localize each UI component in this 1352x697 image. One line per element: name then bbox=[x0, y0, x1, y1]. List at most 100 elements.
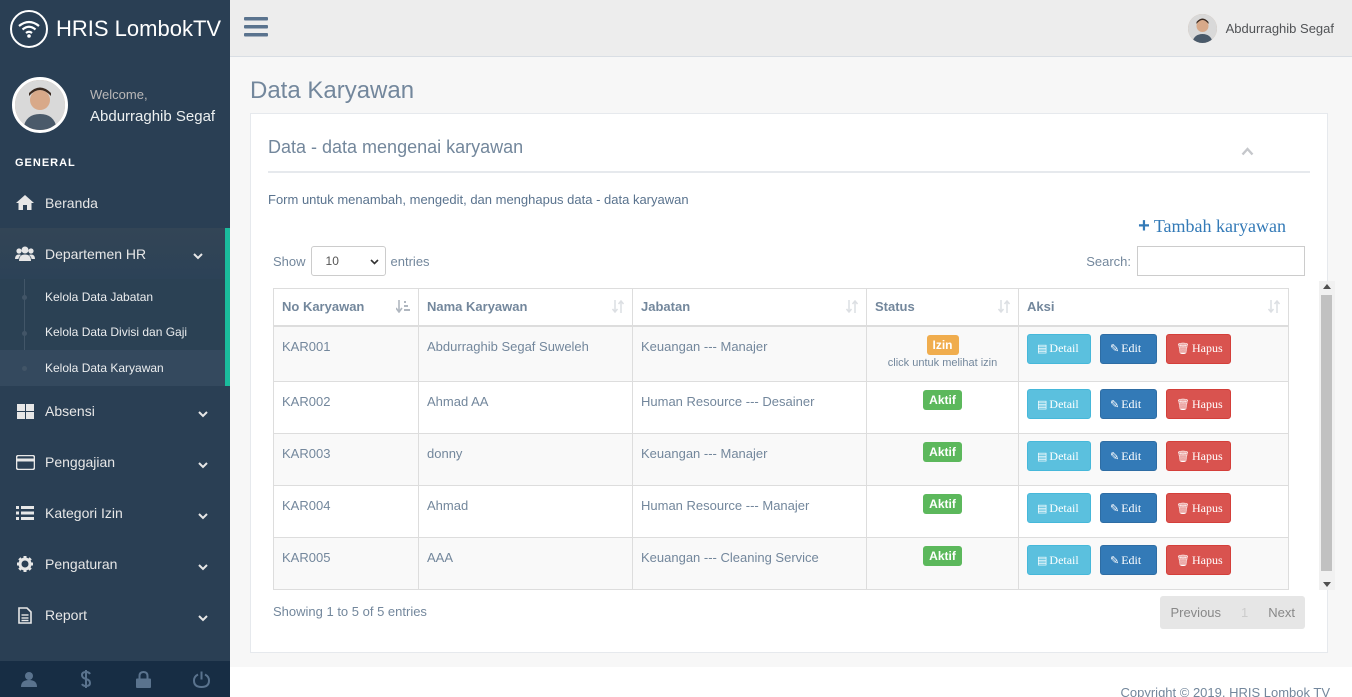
profile-name: Abdurraghib Segaf bbox=[90, 108, 216, 125]
search-input[interactable] bbox=[1137, 246, 1305, 276]
column-label: Nama Karyawan bbox=[427, 299, 528, 315]
column-label: Status bbox=[875, 299, 915, 315]
sidebar-item-absensi[interactable]: Absensi bbox=[0, 386, 230, 437]
previous-button[interactable]: Previous bbox=[1160, 605, 1231, 620]
page-length-select[interactable]: 10 bbox=[310, 246, 386, 276]
sidebar-item-beranda[interactable]: Beranda bbox=[0, 177, 230, 228]
file-icon: ▤ bbox=[1037, 398, 1048, 411]
panel-title: Data - data mengenai karyawan bbox=[268, 137, 524, 157]
button-label: Edit bbox=[1121, 396, 1142, 411]
cell-nama: Ahmad bbox=[418, 485, 633, 538]
sidebar-item-penggajian[interactable]: Penggajian bbox=[0, 437, 230, 488]
users-icon bbox=[15, 246, 35, 261]
edit-button[interactable]: ✎ Edit bbox=[1100, 493, 1157, 523]
status-badge[interactable]: Izin bbox=[926, 334, 959, 355]
chevron-down-icon bbox=[198, 456, 208, 472]
add-employee-label: Tambah karyawan bbox=[1153, 216, 1286, 236]
cell-nama: Ahmad AA bbox=[418, 381, 633, 434]
cell-actions: ▤ Detail ✎ Edit 🗑 Hapus bbox=[1018, 537, 1289, 590]
scroll-thumb[interactable] bbox=[1321, 295, 1332, 571]
cell-status: Aktif bbox=[866, 381, 1019, 434]
edit-button[interactable]: ✎ Edit bbox=[1100, 441, 1157, 471]
chevron-down-icon bbox=[198, 558, 208, 574]
user-icon[interactable] bbox=[0, 661, 58, 697]
delete-button[interactable]: 🗑 Hapus bbox=[1166, 333, 1231, 364]
delete-button[interactable]: 🗑 Hapus bbox=[1166, 389, 1231, 419]
scroll-down-icon[interactable] bbox=[1323, 582, 1331, 587]
file-icon: ▤ bbox=[1037, 502, 1048, 515]
column-header-no[interactable]: No Karyawan bbox=[273, 288, 419, 327]
button-label: Detail bbox=[1049, 341, 1079, 355]
user-menu[interactable]: Abdurraghib Segaf bbox=[1187, 14, 1334, 43]
sidebar-item-departemen-hr[interactable]: Departemen HR bbox=[0, 228, 230, 279]
dollar-icon[interactable] bbox=[58, 661, 116, 697]
next-button[interactable]: Next bbox=[1258, 605, 1305, 620]
chevron-down-icon bbox=[369, 254, 379, 268]
detail-button[interactable]: ▤ Detail bbox=[1027, 545, 1091, 575]
cell-no: KAR005 bbox=[273, 537, 419, 590]
edit-icon: ✎ bbox=[1110, 343, 1120, 355]
menu-toggle-icon[interactable] bbox=[244, 17, 268, 40]
button-label: Edit bbox=[1121, 341, 1142, 355]
submenu-item-karyawan[interactable]: Kelola Data Karyawan bbox=[0, 350, 225, 386]
button-label: Hapus bbox=[1191, 448, 1223, 463]
table-search: Search: bbox=[1086, 246, 1305, 276]
edit-icon: ✎ bbox=[1110, 398, 1120, 411]
lock-icon[interactable] bbox=[115, 661, 173, 697]
column-header-jabatan[interactable]: Jabatan bbox=[632, 288, 867, 327]
detail-button[interactable]: ▤ Detail bbox=[1027, 389, 1091, 419]
sidebar-item-pengaturan[interactable]: Pengaturan bbox=[0, 539, 230, 590]
cell-jabatan: Keuangan --- Manajer bbox=[632, 325, 867, 382]
sidebar-item-label: Pengaturan bbox=[45, 556, 118, 572]
sidebar-item-report[interactable]: Report bbox=[0, 590, 230, 641]
file-icon: ▤ bbox=[1037, 450, 1048, 463]
edit-icon: ✎ bbox=[1110, 554, 1120, 567]
power-icon[interactable] bbox=[173, 661, 231, 697]
scroll-up-icon[interactable] bbox=[1323, 284, 1331, 289]
add-employee-link[interactable]: + Tambah karyawan bbox=[1138, 215, 1286, 238]
main-content: Data Karyawan Data - data mengenai karya… bbox=[230, 58, 1352, 697]
table-row: KAR003 donny Keuangan --- Manajer Aktif … bbox=[273, 433, 1289, 486]
cell-actions: ▤ Detail ✎ Edit 🗑 Hapus bbox=[1018, 433, 1289, 486]
entries-label: entries bbox=[390, 253, 430, 269]
status-badge: Aktif bbox=[923, 494, 962, 514]
sort-asc-icon bbox=[395, 300, 410, 316]
submenu-item-jabatan[interactable]: Kelola Data Jabatan bbox=[0, 279, 225, 315]
delete-button[interactable]: 🗑 Hapus bbox=[1166, 441, 1231, 471]
column-label: Aksi bbox=[1027, 299, 1055, 315]
detail-button[interactable]: ▤ Detail bbox=[1027, 493, 1091, 523]
submenu-item-divisi-gaji[interactable]: Kelola Data Divisi dan Gaji bbox=[0, 315, 225, 351]
page-number[interactable]: 1 bbox=[1231, 605, 1258, 620]
avatar bbox=[1187, 14, 1217, 43]
brand[interactable]: HRIS LombokTV bbox=[0, 0, 230, 57]
sort-icon bbox=[845, 299, 859, 316]
sidebar-item-kategori-izin[interactable]: Kategori Izin bbox=[0, 488, 230, 539]
edit-icon: ✎ bbox=[1110, 450, 1120, 463]
edit-button[interactable]: ✎ Edit bbox=[1100, 389, 1157, 419]
table-scrollbar[interactable] bbox=[1319, 281, 1335, 590]
sidebar-item-label: Report bbox=[45, 607, 88, 623]
table-row: KAR001 Abdurraghib Segaf Suweleh Keuanga… bbox=[273, 325, 1289, 382]
cell-actions: ▤ Detail ✎ Edit 🗑 Hapus bbox=[1018, 485, 1289, 538]
sidebar-item-label: Departemen HR bbox=[45, 245, 147, 262]
delete-button[interactable]: 🗑 Hapus bbox=[1166, 493, 1231, 523]
button-label: Edit bbox=[1121, 500, 1142, 515]
column-header-aksi[interactable]: Aksi bbox=[1018, 288, 1289, 327]
edit-button[interactable]: ✎ Edit bbox=[1100, 333, 1157, 364]
column-header-nama[interactable]: Nama Karyawan bbox=[418, 288, 633, 327]
cell-actions: ▤ Detail ✎ Edit 🗑 Hapus bbox=[1018, 381, 1289, 434]
chevron-down-icon bbox=[198, 609, 208, 625]
detail-button[interactable]: ▤ Detail bbox=[1027, 333, 1091, 364]
page-length-control: Show 10 entries bbox=[273, 246, 430, 276]
delete-button[interactable]: 🗑 Hapus bbox=[1166, 545, 1231, 575]
button-label: Hapus bbox=[1191, 552, 1223, 567]
cell-jabatan: Keuangan --- Cleaning Service bbox=[632, 537, 867, 590]
sidebar: HRIS LombokTV Welcome, Abdurraghib Segaf… bbox=[0, 0, 230, 697]
wifi-icon bbox=[10, 9, 48, 48]
footer-text: Copyright © 2019, HRIS Lombok TV bbox=[1120, 685, 1331, 697]
chevron-up-icon[interactable] bbox=[1241, 144, 1254, 159]
cell-no: KAR003 bbox=[273, 433, 419, 486]
column-header-status[interactable]: Status bbox=[866, 288, 1019, 327]
detail-button[interactable]: ▤ Detail bbox=[1027, 441, 1091, 471]
edit-button[interactable]: ✎ Edit bbox=[1100, 545, 1157, 575]
